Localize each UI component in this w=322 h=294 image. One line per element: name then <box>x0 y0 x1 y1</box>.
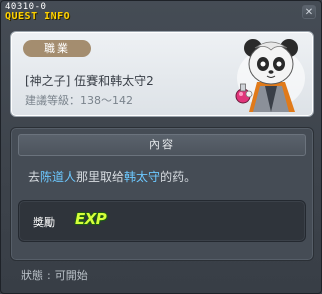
quest-header-card: 職業 [神之子] 伍賽和韩太守2 建議等級：138～142 <box>10 31 314 117</box>
quest-info-window: 40310-0 QUEST INFO ✕ 職業 [神之子] 伍賽和韩太守2 建議… <box>0 0 322 294</box>
recommended-level: 建議等級：138～142 <box>25 94 133 107</box>
reward-label: 獎勵 <box>33 216 55 229</box>
window-title: QUEST INFO <box>5 11 71 22</box>
desc-prefix: 去 <box>28 170 41 184</box>
close-button[interactable]: ✕ <box>302 5 316 19</box>
close-icon: ✕ <box>304 7 314 18</box>
exp-icon[interactable]: EXP <box>75 210 107 228</box>
quest-content-panel: 內容 去陈道人那里取给韩太守的药。 獎勵 EXP <box>10 127 314 261</box>
status-value: 可開始 <box>54 269 88 282</box>
quest-description: 去陈道人那里取给韩太守的药。 <box>28 168 196 185</box>
npc-name-link[interactable]: 韩太守 <box>124 170 160 184</box>
quest-status: 狀態: 可開始 <box>21 267 88 283</box>
reward-box: 獎勵 EXP <box>18 200 306 242</box>
status-label: 狀態 <box>21 269 43 282</box>
npc-portrait <box>235 39 305 112</box>
desc-suffix: 的药。 <box>160 170 197 184</box>
status-separator: : <box>47 269 51 282</box>
npc-name-link[interactable]: 陈道人 <box>40 170 76 184</box>
desc-middle: 那里取给 <box>76 170 125 184</box>
job-badge: 職業 <box>23 40 91 57</box>
quest-name: [神之子] 伍賽和韩太守2 <box>25 74 154 88</box>
content-section-header: 內容 <box>18 134 306 156</box>
